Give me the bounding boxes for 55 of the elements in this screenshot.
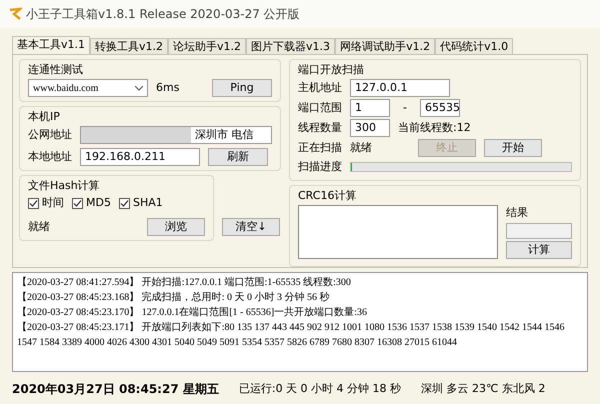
button[interactable]: 清空↓ — [222, 218, 280, 236]
label: 公网地址 — [28, 126, 72, 143]
label: 6ms — [156, 80, 180, 96]
log-line: 【2020-03-27 08:45:23.171】 开放端口列表如下:80 135 137 443 445 902 912 1001 1080 1536 1537 1538 1539 1540 1542 1544 1546 1547 1584 3389 4000 4026 4300 4301 5040 5049 5091 5354 5357 5826 6789 7680 8307 16308 27015 61044 — [17, 320, 566, 350]
label: SHA1 — [132, 195, 163, 211]
tab[interactable]: 网络调试助手v1.2 — [335, 38, 436, 54]
group-title: 本机IP — [28, 110, 60, 123]
label: 端口范围 — [298, 100, 342, 116]
group-title: CRC16计算 — [298, 188, 356, 202]
label: 主机地址 — [298, 80, 342, 96]
log-line: 【2020-03-27 08:41:27.594】 开始扫描:127.0.0.1 端口范围:1-65535 线程数:300 — [17, 276, 352, 290]
checkbox[interactable] — [28, 198, 39, 209]
window-title: 小王子工具箱v1.8.1 Release 2020-03-27 公开版 — [26, 6, 300, 23]
tab[interactable]: 代码统计v1.0 — [435, 38, 514, 54]
input-field[interactable]: 192.168.0.211 — [80, 148, 200, 166]
button[interactable]: 浏览 — [147, 218, 205, 236]
chevron-down-icon — [135, 86, 143, 90]
date-time: 2020年03月27日 08:45:27 星期五 — [12, 381, 219, 398]
button[interactable]: 开始 — [484, 139, 542, 157]
label: 当前线程数:12 — [398, 120, 471, 136]
input-field[interactable]: 1 — [350, 99, 390, 117]
label: 扫描进度 — [298, 159, 342, 175]
label: 时间 — [42, 195, 64, 211]
host-dropdown[interactable]: www.baidu.com — [28, 79, 148, 97]
label: 结果 — [506, 204, 529, 220]
label: 正在扫描 — [298, 140, 342, 156]
label: 线程数量 — [298, 120, 342, 136]
tab[interactable]: 图片下载器v1.3 — [246, 38, 336, 54]
log-line: 【2020-03-27 08:45:23.170】 127.0.0.1在端口范围[1 - 65536]一共开放端口数量:36 — [17, 306, 368, 320]
input-field[interactable]: 65535 — [420, 99, 460, 117]
group-title: 文件Hash计算 — [28, 179, 100, 192]
checkbox[interactable] — [72, 198, 83, 209]
button[interactable]: 计算 — [506, 241, 572, 259]
tab[interactable]: 论坛助手v1.2 — [168, 38, 246, 54]
uptime-text: 已运行:0 天 0 小时 4 分钟 18 秒 — [238, 380, 402, 397]
input-field[interactable]: 300 — [350, 119, 390, 137]
checkbox[interactable] — [118, 198, 130, 209]
label: MD5 — [86, 195, 111, 211]
label: 就绪 — [350, 140, 373, 156]
tab[interactable]: 转换工具v1.2 — [90, 38, 168, 54]
group-title: 连通性测试 — [28, 63, 83, 76]
input-field[interactable]: 深圳市 电信 — [80, 126, 272, 144]
weather-text: 深圳 多云 23℃ 东北风 2 — [421, 380, 546, 397]
result-field[interactable] — [506, 223, 572, 239]
group-title: 端口开放扫描 — [298, 63, 364, 76]
input-field[interactable]: 127.0.0.1 — [350, 79, 450, 97]
app-logo-icon — [8, 7, 22, 21]
label: 就绪 — [28, 218, 50, 235]
label: - — [402, 100, 408, 116]
log-line: 【2020-03-27 08:45:23.168】 完成扫描，总用时: 0 天 0 小时 3 分钟 56 秒 — [17, 290, 330, 305]
button[interactable]: 刷新 — [208, 148, 268, 166]
text-area[interactable] — [298, 204, 498, 258]
button[interactable]: Ping — [212, 79, 272, 97]
tab[interactable]: 基本工具v1.1 — [12, 36, 90, 54]
label: 本地地址 — [28, 148, 72, 165]
